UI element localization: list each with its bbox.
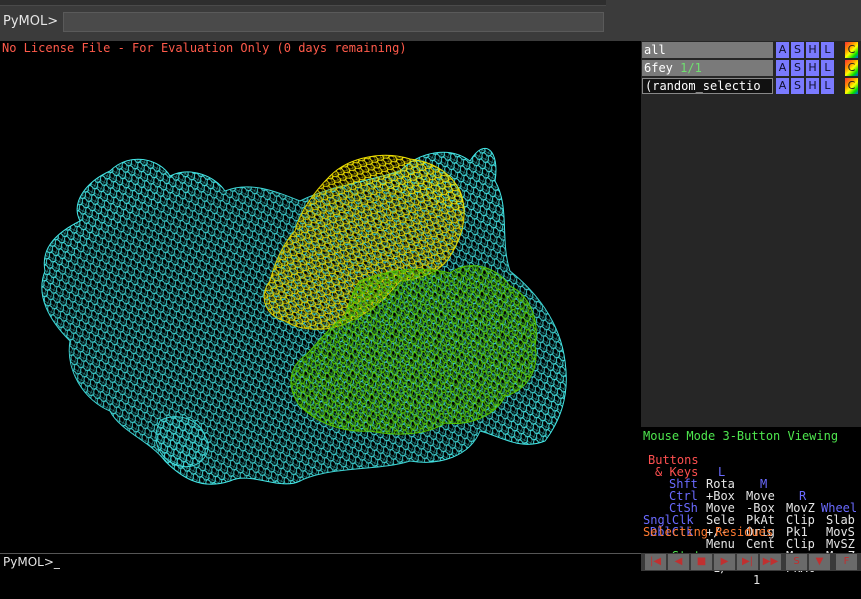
action-button[interactable]: A [776, 60, 789, 76]
color-button[interactable]: C [845, 42, 858, 58]
object-name[interactable]: all [642, 42, 773, 58]
selecting-mode[interactable]: Selecting Residues [643, 526, 773, 538]
molecule-mesh[interactable] [0, 41, 641, 553]
molecular-viewport[interactable]: No License File - For Evaluation Only (0… [0, 41, 641, 553]
action-button[interactable]: A [776, 78, 789, 94]
object-name[interactable]: (random_selectio [642, 78, 773, 94]
action-button[interactable]: A [776, 42, 789, 58]
depth-shade [40, 181, 560, 481]
fullscreen-button[interactable]: F [836, 554, 857, 570]
label-button[interactable]: L [821, 60, 834, 76]
show-button[interactable]: S [791, 42, 804, 58]
object-panel: all A S H L C 6fey 1/1 A S H L C (random… [641, 41, 861, 427]
mouse-mode-title[interactable]: Mouse Mode 3-Button Viewing [643, 430, 838, 442]
command-input[interactable] [63, 12, 604, 32]
dropdown-button[interactable]: ▼ [809, 554, 830, 570]
top-rule [0, 0, 606, 6]
object-name[interactable]: 6fey 1/1 [642, 60, 773, 76]
show-button[interactable]: S [791, 60, 804, 76]
license-warning: No License File - For Evaluation Only (0… [2, 41, 407, 55]
play-button[interactable]: ▶ [714, 554, 735, 570]
sequence-button[interactable]: S [786, 554, 807, 570]
back-button[interactable]: ◀ [668, 554, 689, 570]
bottom-prompt[interactable]: PyMOL>_ [3, 555, 60, 569]
object-row-all[interactable]: all A S H L C [641, 42, 861, 59]
label-button[interactable]: L [821, 42, 834, 58]
object-row-random-selection[interactable]: (random_selectio A S H L C [641, 78, 861, 95]
hide-button[interactable]: H [806, 42, 819, 58]
color-button[interactable]: C [845, 78, 858, 94]
show-button[interactable]: S [791, 78, 804, 94]
mouse-mode-panel[interactable]: Mouse Mode 3-Button Viewing Buttons L M … [641, 427, 861, 586]
end-button[interactable]: ▶▶ [760, 554, 781, 570]
object-row-6fey[interactable]: 6fey 1/1 A S H L C [641, 60, 861, 77]
hide-button[interactable]: H [806, 60, 819, 76]
hide-button[interactable]: H [806, 78, 819, 94]
color-button[interactable]: C [845, 60, 858, 76]
rewind-button[interactable]: |◀ [645, 554, 666, 570]
command-prompt-label: PyMOL> [3, 14, 59, 29]
bottom-command-line[interactable]: PyMOL>_ [0, 553, 641, 572]
stop-button[interactable]: ■ [691, 554, 712, 570]
label-button[interactable]: L [821, 78, 834, 94]
forward-button[interactable]: ▶| [737, 554, 758, 570]
command-bar: PyMOL> [0, 0, 861, 41]
movie-controls: |◀ ◀ ■ ▶ ▶| ▶▶ S ▼ F [641, 553, 861, 571]
